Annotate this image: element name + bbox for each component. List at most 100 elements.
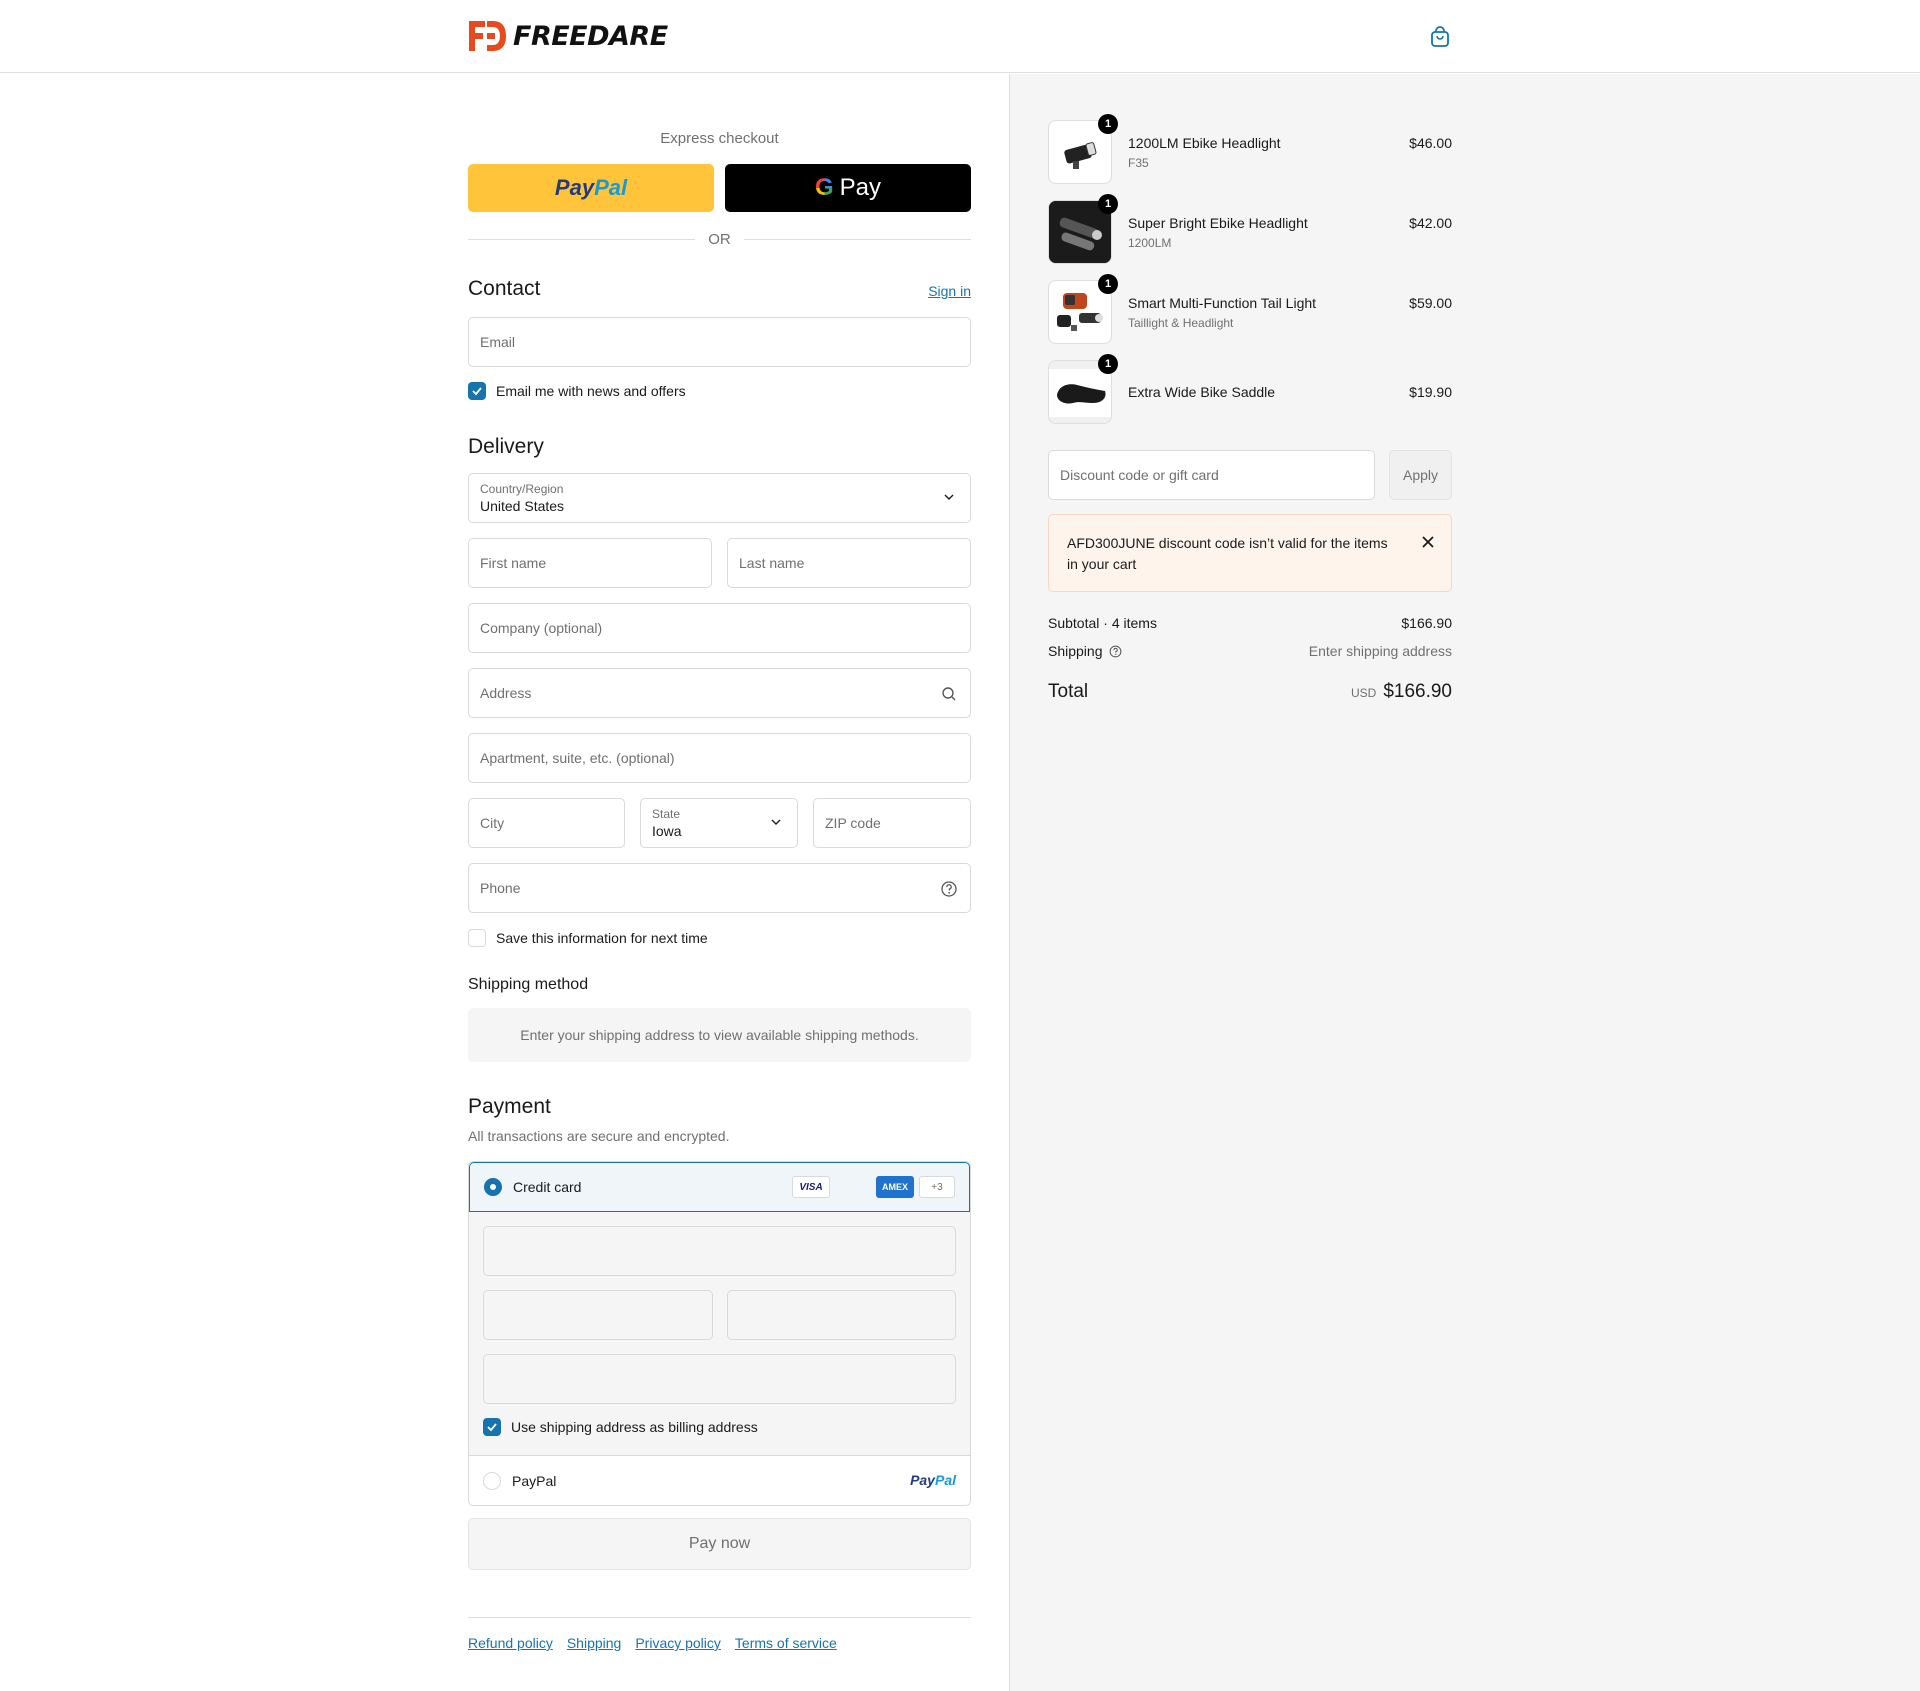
paypal-logo-pay: Pay <box>554 175 595 200</box>
terms-of-service-link[interactable]: Terms of service <box>735 1635 837 1651</box>
state-select[interactable]: State Iowa <box>640 798 798 848</box>
shipping-method-title: Shipping method <box>468 976 589 993</box>
zip-placeholder: ZIP code <box>825 815 881 831</box>
item-name: 1200LM Ebike Headlight <box>1128 135 1281 151</box>
apartment-field[interactable]: Apartment, suite, etc. (optional) <box>468 733 971 783</box>
payment-methods: Credit card VISA AMEX +3 Use shipping ad… <box>468 1161 971 1506</box>
cart-item: 1 Smart Multi-Function Tail Light Tailli… <box>1048 274 1452 346</box>
discount-code-input[interactable]: Discount code or gift card <box>1048 450 1375 500</box>
card-expiry-field[interactable] <box>483 1290 713 1340</box>
shipping-policy-link[interactable]: Shipping <box>567 1635 622 1651</box>
paypal-option[interactable]: PayPal PayPal <box>469 1456 970 1505</box>
cart-item: 1 1200LM Ebike Headlight F35 $46.00 <box>1048 114 1452 186</box>
help-icon[interactable] <box>940 880 958 898</box>
credit-card-form: Use shipping address as billing address <box>469 1212 970 1456</box>
contact-title: Contact <box>468 277 541 300</box>
news-checkbox-row[interactable]: Email me with news and offers <box>468 382 686 400</box>
refund-policy-link[interactable]: Refund policy <box>468 1635 553 1651</box>
save-info-checkbox[interactable] <box>468 929 486 947</box>
card-number-field[interactable] <box>483 1226 956 1276</box>
paypal-logo-pal: Pal <box>934 1472 956 1488</box>
address-field[interactable]: Address <box>468 668 971 718</box>
total-row: Total USD $166.90 <box>1048 681 1452 707</box>
sign-in-link[interactable]: Sign in <box>928 283 971 299</box>
country-label: Country/Region <box>480 482 564 496</box>
billing-address-label: Use shipping address as billing address <box>511 1419 758 1435</box>
footer-links: Refund policy Shipping Privacy policy Te… <box>468 1635 837 1651</box>
discount-error-alert: AFD300JUNE discount code isn’t valid for… <box>1048 514 1452 592</box>
total-label: Total <box>1048 681 1089 702</box>
item-variant: F35 <box>1128 156 1149 170</box>
item-name: Smart Multi-Function Tail Light <box>1128 295 1317 311</box>
company-field[interactable]: Company (optional) <box>468 603 971 653</box>
email-field[interactable]: Email <box>468 317 971 367</box>
first-name-field[interactable]: First name <box>468 538 712 588</box>
state-value: Iowa <box>652 823 682 839</box>
credit-card-label: Credit card <box>513 1179 582 1195</box>
save-info-row[interactable]: Save this information for next time <box>468 929 708 947</box>
last-name-placeholder: Last name <box>739 555 805 571</box>
paypal-logo-pay: Pay <box>910 1472 935 1488</box>
or-label: OR <box>708 231 731 248</box>
address-placeholder: Address <box>480 685 532 701</box>
country-value: United States <box>480 498 565 514</box>
last-name-field[interactable]: Last name <box>727 538 971 588</box>
quantity-badge: 1 <box>1098 354 1118 374</box>
help-icon[interactable] <box>1109 645 1122 658</box>
item-price: $46.00 <box>1409 135 1452 151</box>
news-label: Email me with news and offers <box>496 383 686 399</box>
save-info-label: Save this information for next time <box>496 930 708 946</box>
cart-item: 1 Super Bright Ebike Headlight 1200LM $4… <box>1048 194 1452 266</box>
google-pay-label: Pay <box>839 174 882 201</box>
apply-discount-button[interactable]: Apply <box>1389 450 1452 500</box>
payment-subtitle: All transactions are secure and encrypte… <box>468 1128 730 1144</box>
state-label: State <box>652 807 681 821</box>
phone-placeholder: Phone <box>480 880 521 896</box>
card-cvv-field[interactable] <box>727 1290 956 1340</box>
express-checkout-title: Express checkout <box>660 130 779 147</box>
currency-code: USD <box>1350 686 1377 700</box>
credit-card-radio[interactable] <box>484 1178 502 1196</box>
shipping-label-group: Shipping <box>1048 643 1122 659</box>
privacy-policy-link[interactable]: Privacy policy <box>635 1635 721 1651</box>
shipping-value: Enter shipping address <box>1308 643 1452 659</box>
first-name-placeholder: First name <box>480 555 547 571</box>
payment-title: Payment <box>468 1095 551 1118</box>
cart-bag-icon[interactable] <box>1430 26 1450 48</box>
more-cards-badge: +3 <box>919 1176 955 1198</box>
email-placeholder: Email <box>480 334 516 350</box>
chevron-down-icon <box>944 494 954 500</box>
item-variant: Taillight & Headlight <box>1128 316 1234 330</box>
footer-divider <box>468 1617 971 1618</box>
phone-field[interactable]: Phone <box>468 863 971 913</box>
subtotal-value: $166.90 <box>1401 615 1452 631</box>
pay-now-button[interactable]: Pay now <box>468 1518 971 1570</box>
card-name-field[interactable] <box>483 1354 956 1404</box>
brand-logo[interactable]: FREEDARE <box>467 19 668 53</box>
visa-icon: VISA <box>792 1176 830 1198</box>
header: FREEDARE <box>0 0 1920 73</box>
or-divider: OR <box>468 229 971 249</box>
city-field[interactable]: City <box>468 798 625 848</box>
cart-item: 1 Extra Wide Bike Saddle $19.90 <box>1048 354 1452 426</box>
paypal-radio[interactable] <box>483 1472 501 1490</box>
quantity-badge: 1 <box>1098 194 1118 214</box>
google-g-icon: G <box>814 174 834 201</box>
quantity-badge: 1 <box>1098 274 1118 294</box>
shipping-label: Shipping <box>1048 643 1103 659</box>
city-placeholder: City <box>480 815 505 831</box>
credit-card-option[interactable]: Credit card VISA AMEX +3 <box>469 1162 970 1212</box>
zip-field[interactable]: ZIP code <box>813 798 971 848</box>
google-pay-button[interactable]: G Pay <box>725 164 971 212</box>
subtotal-label: Subtotal · 4 items <box>1048 615 1157 631</box>
country-select[interactable]: Country/Region United States <box>468 473 971 523</box>
billing-address-checkbox[interactable] <box>483 1418 501 1436</box>
news-checkbox[interactable] <box>468 382 486 400</box>
close-icon[interactable] <box>1421 535 1435 549</box>
item-price: $19.90 <box>1409 384 1452 400</box>
billing-address-row[interactable]: Use shipping address as billing address <box>483 1418 758 1436</box>
checkmark-icon <box>487 1423 497 1432</box>
paypal-express-button[interactable]: Pay Pal <box>468 164 714 212</box>
search-icon <box>942 687 956 701</box>
quantity-badge: 1 <box>1098 114 1118 134</box>
